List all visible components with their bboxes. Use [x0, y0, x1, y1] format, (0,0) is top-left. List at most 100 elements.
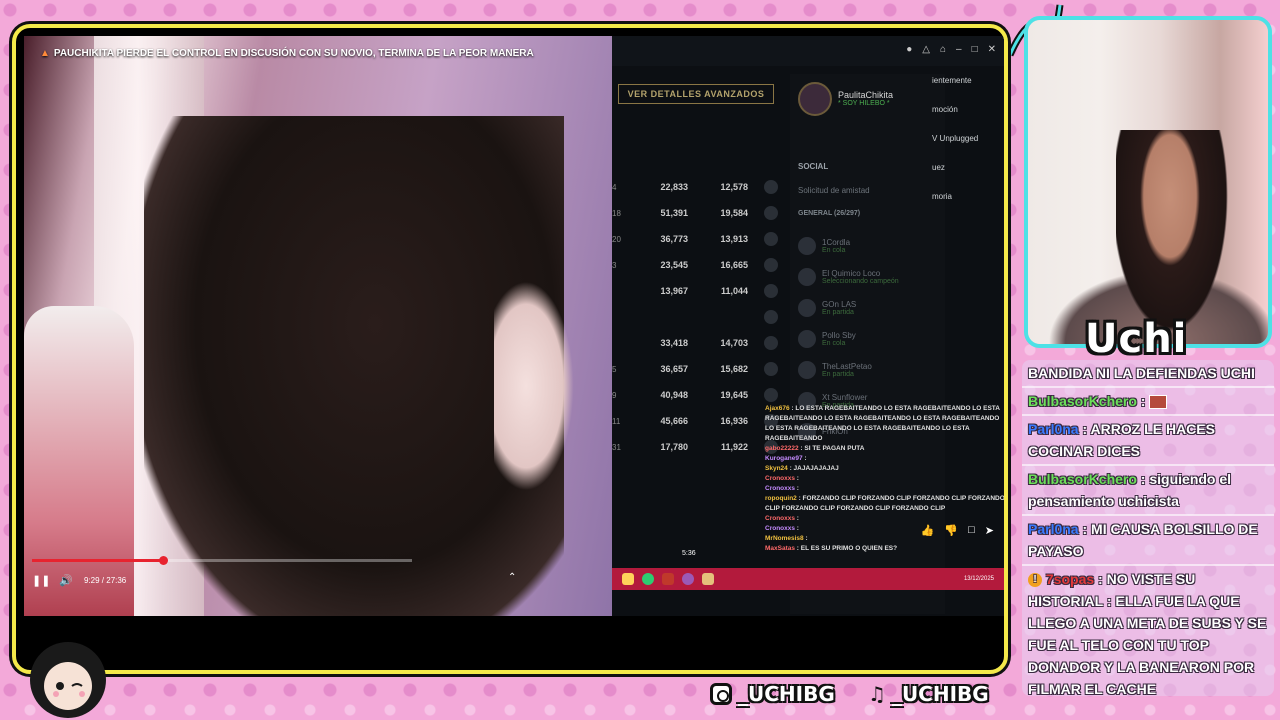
stat-rank: 18 — [612, 208, 621, 218]
tiktok-link[interactable]: ♫ _UCHIBG — [868, 682, 989, 706]
video-player[interactable]: ▲ PAUCHIKITA PIERDE EL CONTROL EN DISCUSI… — [24, 36, 1004, 616]
stat-rank: 5 — [612, 364, 617, 374]
chat-username[interactable]: Parl0na — [1028, 521, 1079, 537]
side-menu-item[interactable]: ientemente — [932, 76, 978, 85]
stat-damage: 33,418 — [660, 338, 688, 348]
friend-avatar — [798, 236, 816, 255]
side-menu-item[interactable]: moción — [932, 105, 978, 114]
stat-gold: 16,665 — [720, 260, 748, 270]
warning-icon: ! — [1028, 573, 1042, 588]
overlay-chat-text: : FORZANDO CLIP FORZANDO CLIP FORZANDO C… — [765, 495, 1004, 512]
brave-icon[interactable] — [622, 573, 634, 585]
instagram-handle: _UCHIBG — [738, 682, 835, 706]
app-icon[interactable] — [662, 573, 674, 585]
overlay-chat-text: : — [794, 485, 799, 492]
stat-row: 11 45,666 16,936 — [612, 408, 787, 434]
friend-item[interactable]: 1Cordla En cola — [798, 230, 899, 261]
friend-name: 1Cordla — [822, 237, 851, 247]
friend-info: Pollo Sby En cola — [822, 331, 856, 347]
overlay-chat-text: : EL ES SU PRIMO O QUIEN ES? — [795, 545, 898, 552]
overlay-chat-line: MaxSatas : EL ES SU PRIMO O QUIEN ES? — [765, 544, 1004, 554]
friend-name: El Quimico Loco — [822, 268, 881, 278]
stat-rank: 31 — [612, 442, 621, 452]
instagram-link[interactable]: _UCHIBG — [710, 682, 835, 706]
chat-username[interactable]: BulbasorKchero — [1028, 471, 1137, 487]
progress-fill — [32, 559, 163, 562]
tiktok-icon: ♫ — [868, 682, 886, 706]
friend-status: En partida — [822, 308, 854, 316]
progress-bar[interactable] — [32, 556, 412, 565]
spotify-icon[interactable] — [642, 573, 654, 585]
friend-group[interactable]: GENERAL (26/297) — [798, 210, 860, 217]
stat-row: 31 17,780 11,922 — [612, 434, 787, 460]
side-menu-item[interactable]: uez — [932, 163, 978, 172]
obs-icon[interactable] — [682, 573, 694, 585]
stat-row: 20 36,773 13,913 — [612, 226, 787, 252]
friend-item[interactable]: TheLastPetao En partida — [798, 354, 899, 385]
friend-info: El Quimico Loco Seleccionando campeón — [822, 269, 899, 285]
volume-icon[interactable]: 🔊 — [58, 574, 74, 587]
time-display: 9:29 / 27:36 — [84, 575, 127, 585]
mascot-avatar — [30, 642, 106, 718]
friend-name: GOn LAS — [822, 299, 857, 309]
overlay-chat-text: : — [794, 525, 799, 532]
client-topbar: ● △ ⌂ – □ ✕ — [612, 36, 1004, 66]
overlay-chat-user: Cronoxxs — [765, 485, 795, 492]
home-icon[interactable]: ⌂ — [940, 44, 946, 55]
item-icon — [764, 180, 778, 194]
maximize-icon[interactable]: □ — [972, 44, 978, 55]
comment-icon[interactable]: □ — [968, 524, 975, 537]
share-icon[interactable]: ➤ — [985, 524, 994, 537]
advanced-details-button[interactable]: VER DETALLES AVANZADOS — [618, 84, 774, 104]
profile-status: * SOY HILEBO * — [838, 100, 890, 107]
overlay-chat-user: Skyn24 — [765, 465, 788, 472]
chat-message: ! 7sopas : NO VISTE SU HISTORIAL : ELLA … — [1022, 566, 1274, 696]
stat-gold: 15,682 — [720, 364, 748, 374]
friend-status: En cola — [822, 339, 846, 347]
chat-username[interactable]: BulbasorKchero — [1028, 393, 1137, 409]
overlay-chat-line: Ajax676 : LO ESTA RAGEBAITEANDO LO ESTA … — [765, 404, 1004, 444]
stat-damage: 17,780 — [660, 442, 688, 452]
friend-item[interactable]: El Quimico Loco Seleccionando campeón — [798, 261, 899, 292]
side-menu: ientemente moción V Unplugged uez moria — [932, 76, 978, 221]
side-menu-item[interactable]: moria — [932, 192, 978, 201]
progress-knob[interactable] — [158, 556, 168, 565]
person-face — [494, 281, 574, 491]
overlay-chat-user: Cronoxxs — [765, 475, 795, 482]
item-icon — [764, 258, 778, 272]
friend-status: En partida — [822, 370, 854, 378]
video-title: ▲ PAUCHIKITA PIERDE EL CONTROL EN DISCUSI… — [40, 48, 534, 59]
player-controls: ❚❚ 🔊 9:29 / 27:36 — [24, 566, 612, 594]
close-icon[interactable]: ✕ — [988, 44, 996, 55]
instagram-icon — [710, 683, 732, 705]
like-icon[interactable]: 👍 — [921, 524, 935, 537]
friends-icon[interactable]: △ — [922, 44, 930, 55]
friend-item[interactable]: Pollo Sby En cola — [798, 323, 899, 354]
stat-row: 3 23,545 16,665 — [612, 252, 787, 278]
league-icon[interactable] — [702, 573, 714, 585]
profile[interactable]: PaulitaChikita * SOY HILEBO * — [798, 82, 893, 116]
stat-gold: 19,584 — [720, 208, 748, 218]
overlay-chat-line: Cronoxxs : — [765, 484, 1004, 494]
chat-username[interactable]: 7sopas — [1046, 571, 1094, 587]
stat-row: 18 51,391 19,584 — [612, 200, 787, 226]
minimize-icon[interactable]: – — [956, 44, 962, 55]
dislike-icon[interactable]: 👎 — [944, 524, 958, 537]
side-menu-item[interactable]: V Unplugged — [932, 134, 978, 143]
stat-gold: 16,936 — [720, 416, 748, 426]
friend-item[interactable]: GOn LAS En partida — [798, 292, 899, 323]
chat-username[interactable]: Parl0na — [1028, 421, 1079, 437]
stat-rank: 4 — [612, 182, 617, 192]
tiktok-handle: _UCHIBG — [891, 682, 989, 706]
bell-icon[interactable]: ● — [906, 44, 912, 55]
item-icon — [764, 310, 778, 324]
overlay-chat-user: Kurogane97 — [765, 455, 803, 462]
friend-request[interactable]: Solicitud de amistad — [798, 186, 870, 195]
pause-icon[interactable]: ❚❚ — [32, 574, 50, 587]
overlay-chat-text: : — [802, 455, 807, 462]
video-left-scene — [24, 36, 612, 616]
stat-rank: 11 — [612, 416, 621, 426]
overlay-chat-user: Cronoxxs — [765, 515, 795, 522]
friend-avatar — [798, 267, 816, 286]
webcam-frame — [1024, 16, 1272, 348]
